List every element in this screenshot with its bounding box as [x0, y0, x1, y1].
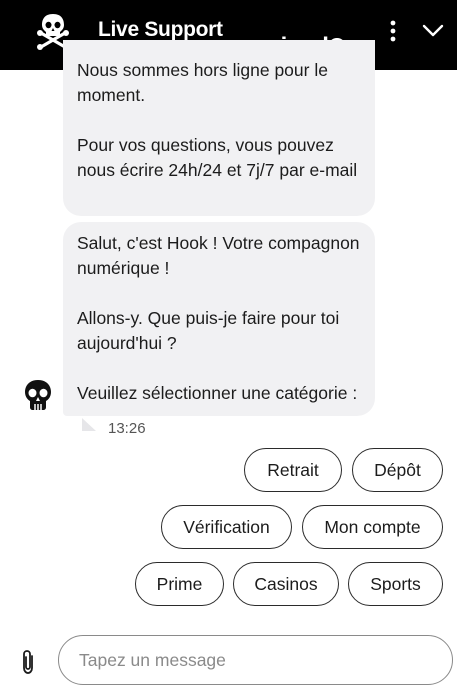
message-timestamp: 13:26: [108, 420, 146, 437]
quick-reply-sports[interactable]: Sports: [348, 562, 443, 606]
skull-avatar-icon: [25, 380, 51, 410]
quick-reply-prime[interactable]: Prime: [135, 562, 224, 606]
paperclip-icon[interactable]: [18, 648, 38, 676]
bot-message-offline: Nous sommes hors ligne pour le moment. P…: [63, 40, 375, 216]
message-text: Salut, c'est Hook ! Votre compagnon numé…: [77, 233, 360, 278]
more-vertical-icon[interactable]: [383, 18, 403, 44]
chat-widget: Live Support casinodc Nous sommes hors l…: [0, 0, 457, 693]
quick-reply-verification[interactable]: Vérification: [161, 505, 292, 549]
message-list[interactable]: Nous sommes hors ligne pour le moment. P…: [0, 40, 457, 437]
quick-reply-mon-compte[interactable]: Mon compte: [302, 505, 443, 549]
message-composer: [0, 630, 457, 693]
quick-reply-casinos[interactable]: Casinos: [233, 562, 339, 606]
message-text: Nous sommes hors ligne pour le moment.: [77, 60, 328, 105]
chat-title: Live Support: [98, 18, 223, 41]
message-text: Veuillez sélectionner une catégorie :: [77, 383, 358, 403]
bot-message-greeting: Salut, c'est Hook ! Votre compagnon numé…: [63, 222, 375, 416]
quick-reply-retrait[interactable]: Retrait: [244, 448, 342, 492]
message-text: Pour vos questions, vous pouvez nous écr…: [77, 135, 358, 180]
message-input[interactable]: [58, 635, 453, 685]
chevron-down-icon[interactable]: [420, 20, 446, 42]
message-text: Allons-y. Que puis-je faire pour toi auj…: [77, 308, 340, 353]
bubble-tail: [82, 418, 96, 431]
quick-reply-depot[interactable]: Dépôt: [352, 448, 443, 492]
